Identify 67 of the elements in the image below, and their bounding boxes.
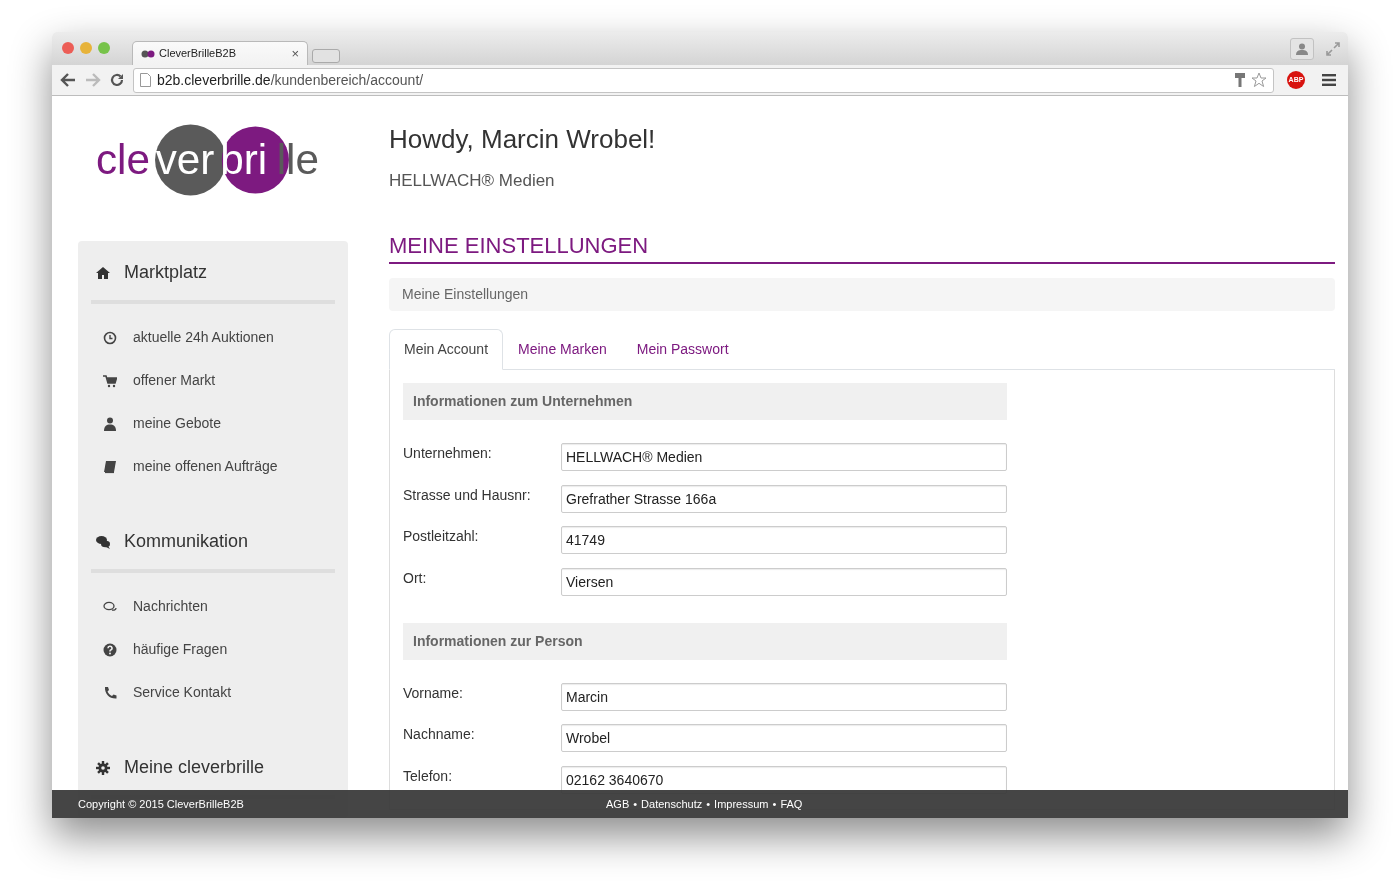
- copyright-text: Copyright © 2015 CleverBrilleB2B: [78, 796, 244, 812]
- separator-dot: •: [633, 796, 638, 812]
- new-tab-button[interactable]: [312, 49, 340, 63]
- field-label: Unternehmen:: [403, 444, 493, 463]
- star-icon[interactable]: [1251, 72, 1267, 88]
- sidebar-heading: Marktplatz: [124, 261, 208, 284]
- chat-bubbles-icon: [96, 534, 110, 549]
- zoom-window-button[interactable]: [98, 42, 110, 54]
- phone-icon: [103, 685, 117, 700]
- sidebar-heading: Meine cleverbrille: [124, 756, 265, 779]
- home-icon: [96, 265, 110, 280]
- tab-title: CleverBrilleB2B: [159, 46, 237, 62]
- group-heading: Informationen zur Person: [403, 622, 1007, 660]
- sidebar-link[interactable]: Service Kontakt: [91, 671, 335, 714]
- clock-icon: [103, 330, 117, 345]
- text-field[interactable]: Viersen: [561, 567, 1007, 596]
- company-name: HELLWACH® Medien: [389, 170, 556, 192]
- user-icon: [103, 416, 117, 431]
- sidebar-heading: Kommunikation: [124, 530, 249, 553]
- back-icon[interactable]: [60, 73, 76, 87]
- separator-dot: •: [706, 796, 711, 812]
- close-window-button[interactable]: [62, 42, 74, 54]
- address-bar[interactable]: b2b.cleverbrille.de/kundenbereich/account/: [133, 67, 1274, 93]
- forward-icon[interactable]: [85, 73, 101, 87]
- footer-link[interactable]: Datenschutz: [641, 795, 703, 813]
- sidebar-link[interactable]: meine offenen Aufträge: [91, 445, 335, 488]
- field-label: Ort:: [403, 568, 428, 588]
- footer-link[interactable]: Impressum: [714, 795, 769, 813]
- minimize-window-button[interactable]: [80, 42, 92, 54]
- sidebar-link[interactable]: häufige Fragen: [91, 628, 335, 671]
- greeting-heading: Howdy, Marcin Wrobel!: [389, 124, 657, 154]
- sidebar-link[interactable]: aktuelle 24h Auktionen: [91, 316, 335, 359]
- field-label: Strasse und Hausnr:: [403, 485, 532, 505]
- browser-tab[interactable]: CleverBrilleB2B ×: [132, 41, 308, 65]
- gear-icon: [96, 760, 110, 775]
- sidebar-link[interactable]: offener Markt: [91, 359, 335, 402]
- group-heading: Informationen zum Unternehmen: [403, 383, 1007, 420]
- footer-link[interactable]: AGB: [606, 795, 630, 813]
- favicon-icon: [141, 49, 155, 58]
- page-icon: [140, 73, 151, 87]
- footer-link[interactable]: FAQ: [780, 795, 803, 813]
- field-label: Nachname:: [403, 725, 476, 744]
- profile-button[interactable]: [1290, 38, 1314, 60]
- fullscreen-icon[interactable]: [1326, 42, 1340, 56]
- text-field[interactable]: Wrobel: [561, 724, 1007, 752]
- tab-close-button[interactable]: ×: [291, 43, 299, 64]
- tab[interactable]: Meine Marken: [503, 329, 622, 370]
- field-label: Postleitzahl:: [403, 527, 480, 546]
- breadcrumb-bar: Meine Einstellungen: [389, 278, 1335, 311]
- question-icon: [103, 642, 117, 657]
- text-field[interactable]: 41749: [561, 526, 1007, 554]
- field-label: Telefon:: [403, 766, 454, 786]
- text-field[interactable]: Marcin: [561, 682, 1007, 711]
- field-label: Vorname:: [403, 683, 464, 703]
- tab[interactable]: Mein Account: [389, 329, 504, 370]
- person-icon: [1296, 43, 1308, 55]
- section-title: MEINE EINSTELLUNGEN: [389, 232, 1335, 264]
- menu-icon[interactable]: [1322, 74, 1336, 86]
- reload-icon[interactable]: [110, 73, 124, 87]
- cart-icon: [103, 373, 117, 388]
- sidebar-link[interactable]: Nachrichten: [91, 585, 335, 628]
- sidebar-link[interactable]: meine Gebote: [91, 402, 335, 445]
- tab[interactable]: Mein Passwort: [621, 329, 744, 370]
- text-field[interactable]: HELLWACH® Medien: [561, 443, 1007, 471]
- separator-dot: •: [772, 796, 777, 812]
- text-field[interactable]: Grefrather Strasse 166a: [561, 484, 1007, 513]
- chat-outline-icon: [103, 599, 117, 614]
